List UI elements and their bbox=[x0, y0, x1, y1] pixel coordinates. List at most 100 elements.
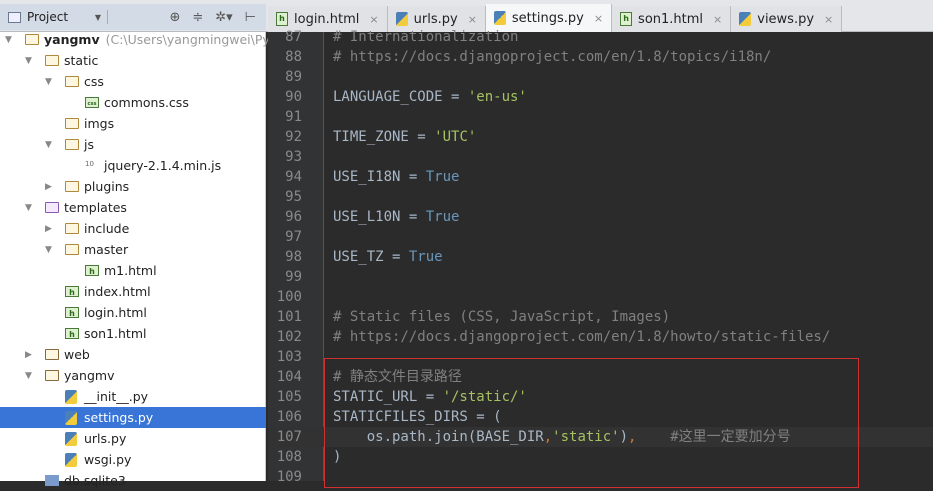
folder-icon bbox=[65, 181, 79, 192]
tree-item[interactable]: h m1.html bbox=[0, 260, 266, 281]
tree-item-name: wsgi.py bbox=[84, 452, 132, 467]
close-icon[interactable]: × bbox=[468, 13, 477, 26]
code-text: LANGUAGE_CODE = 'en-us' bbox=[333, 87, 527, 107]
tree-item[interactable]: ▶ plugins bbox=[0, 176, 266, 197]
folder-icon bbox=[45, 349, 59, 360]
tree-item-name: master bbox=[84, 242, 129, 257]
python-file-icon bbox=[65, 389, 77, 404]
folder-icon bbox=[65, 139, 79, 150]
code-token: USE_L10N = bbox=[333, 209, 426, 225]
line-number: 103 bbox=[276, 349, 302, 365]
tree-item[interactable]: ▼ js bbox=[0, 134, 266, 155]
close-icon[interactable]: × bbox=[713, 13, 722, 26]
html-file-icon: h bbox=[65, 286, 79, 297]
tree-item-label: wsgi.py bbox=[84, 452, 131, 467]
tree-item[interactable]: ▼ static bbox=[0, 50, 266, 71]
code-text: # https://docs.djangoproject.com/en/1.8/… bbox=[333, 47, 771, 67]
expanded-arrow-icon[interactable]: ▼ bbox=[45, 245, 55, 255]
tree-item[interactable]: ▼ css bbox=[0, 71, 266, 92]
tree-item[interactable]: 10 jquery-2.1.4.min.js bbox=[0, 155, 266, 176]
tab-label: son1.html bbox=[638, 11, 704, 27]
tree-item[interactable]: __init__.py bbox=[0, 386, 266, 407]
gear-icon[interactable]: ✲▾ bbox=[215, 10, 232, 25]
tree-item-label: css bbox=[84, 74, 104, 89]
collapsed-arrow-icon[interactable]: ▶ bbox=[45, 224, 55, 234]
expanded-arrow-icon[interactable]: ▼ bbox=[45, 140, 55, 150]
chevron-down-icon: ▼ bbox=[94, 12, 101, 22]
tree-item-label: js bbox=[84, 137, 94, 152]
tree-item-name: web bbox=[64, 347, 90, 362]
tree-item-name: login.html bbox=[84, 305, 147, 320]
code-token: # Static files (CSS, JavaScript, Images) bbox=[333, 309, 671, 325]
code-token: 'en-us' bbox=[467, 89, 527, 105]
code-line: 88 # https://docs.djangoproject.com/en/1.… bbox=[268, 47, 933, 67]
line-number: 97 bbox=[285, 229, 302, 245]
tree-item-label: plugins bbox=[84, 179, 129, 194]
line-number: 90 bbox=[285, 89, 302, 105]
tree-item[interactable]: ▼ yangmv bbox=[0, 365, 266, 386]
collapse-all-icon[interactable]: ≑ bbox=[192, 10, 203, 25]
line-number: 89 bbox=[285, 69, 302, 85]
tree-item[interactable]: wsgi.py bbox=[0, 449, 266, 470]
tree-item-label: templates bbox=[64, 200, 127, 215]
tree-item[interactable]: settings.py bbox=[0, 407, 266, 428]
collapsed-arrow-icon[interactable]: ▶ bbox=[45, 182, 55, 192]
tree-item-label: jquery-2.1.4.min.js bbox=[104, 158, 221, 173]
tree-item-name: m1.html bbox=[104, 263, 157, 278]
hide-panel-icon[interactable]: ⊢ bbox=[245, 10, 256, 25]
line-number: 87 bbox=[285, 29, 302, 45]
close-icon[interactable]: × bbox=[824, 13, 833, 26]
tab-label: views.py bbox=[757, 11, 815, 27]
python-file-icon bbox=[493, 11, 506, 25]
tree-item[interactable]: ▼ yangmv (C:\Users\yangmingwei\Pycha bbox=[0, 29, 292, 50]
line-number: 107 bbox=[276, 429, 302, 445]
tree-item[interactable]: urls.py bbox=[0, 428, 266, 449]
close-icon[interactable]: × bbox=[594, 12, 603, 25]
tree-item-label: include bbox=[84, 221, 129, 236]
tree-item[interactable]: imgs bbox=[0, 113, 266, 134]
tree-item[interactable]: h login.html bbox=[0, 302, 266, 323]
line-number: 105 bbox=[276, 389, 302, 405]
tree-item[interactable]: ▼ templates bbox=[0, 197, 266, 218]
tree-item-name: include bbox=[84, 221, 130, 236]
line-number: 100 bbox=[276, 289, 302, 305]
tree-item-name: css bbox=[84, 74, 104, 89]
tab-label: login.html bbox=[294, 11, 360, 27]
folder-icon bbox=[25, 34, 39, 45]
line-number: 95 bbox=[285, 189, 302, 205]
expanded-arrow-icon[interactable]: ▼ bbox=[45, 77, 55, 87]
tree-item[interactable]: ▶ include bbox=[0, 218, 266, 239]
tree-item-label: commons.css bbox=[104, 95, 189, 110]
tree-item[interactable]: ▶ web bbox=[0, 344, 266, 365]
folder-icon bbox=[65, 244, 79, 255]
scroll-from-source-icon[interactable]: ⊕ bbox=[169, 10, 180, 25]
line-number: 88 bbox=[285, 49, 302, 65]
close-icon[interactable]: × bbox=[369, 13, 378, 26]
project-label: Project bbox=[27, 10, 69, 24]
expanded-arrow-icon[interactable]: ▼ bbox=[5, 35, 15, 45]
tree-item[interactable]: h son1.html bbox=[0, 323, 266, 344]
collapsed-arrow-icon[interactable]: ▶ bbox=[25, 350, 35, 360]
code-line: 102 # https://docs.djangoproject.com/en/1… bbox=[268, 327, 933, 347]
tree-item[interactable]: ▼ master bbox=[0, 239, 266, 260]
project-view-selector[interactable]: Project ▼ bbox=[0, 10, 108, 24]
line-number: 102 bbox=[276, 329, 302, 345]
expanded-arrow-icon[interactable]: ▼ bbox=[25, 371, 35, 381]
tree-item[interactable]: h index.html bbox=[0, 281, 266, 302]
tree-item-name: templates bbox=[64, 200, 127, 215]
code-line: 96 USE_L10N = True bbox=[268, 207, 933, 227]
tree-item[interactable]: css commons.css bbox=[0, 92, 266, 113]
folder-icon bbox=[65, 223, 79, 234]
expanded-arrow-icon[interactable]: ▼ bbox=[25, 56, 35, 66]
tree-item-label: settings.py bbox=[84, 410, 153, 425]
line-number: 98 bbox=[285, 249, 302, 265]
tree-item-label: login.html bbox=[84, 305, 147, 320]
code-line: 89 bbox=[268, 67, 933, 87]
expanded-arrow-icon[interactable]: ▼ bbox=[25, 203, 35, 213]
folder-icon bbox=[45, 55, 59, 66]
code-text: USE_L10N = True bbox=[333, 207, 459, 227]
code-line: 95 bbox=[268, 187, 933, 207]
tab-label: settings.py bbox=[511, 10, 584, 26]
python-file-icon bbox=[65, 410, 77, 425]
html-file-icon: h bbox=[65, 328, 79, 339]
